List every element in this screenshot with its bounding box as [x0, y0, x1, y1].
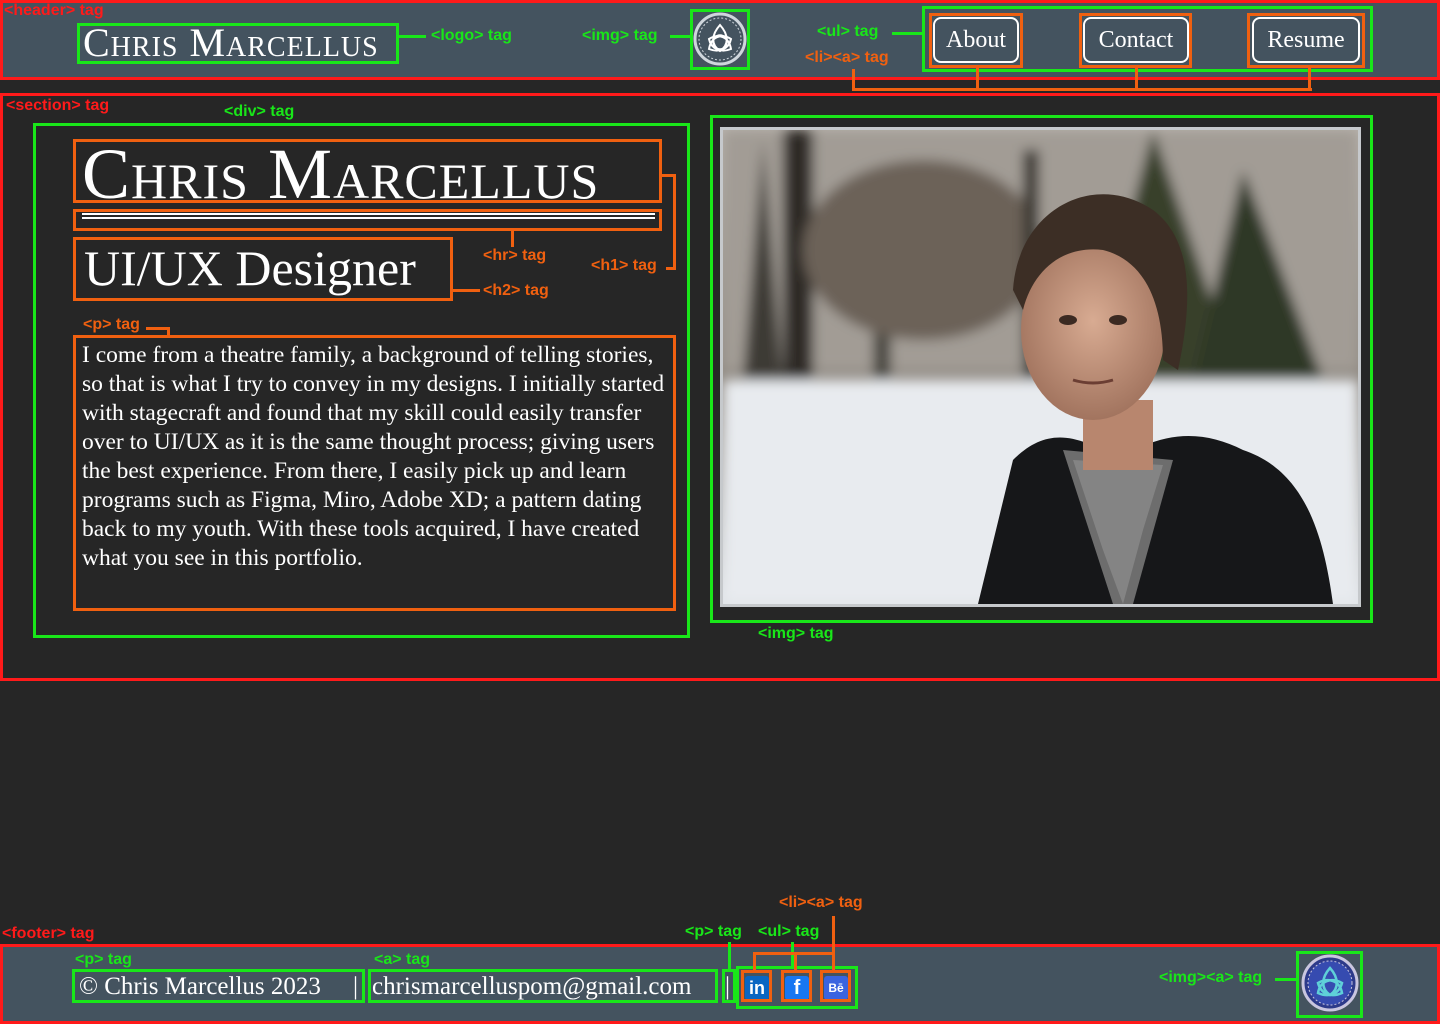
footer-p2-annotation-leader: [728, 942, 731, 969]
footer-ul-annotation-label: <ul> tag: [758, 923, 820, 940]
h2-annotation-leader: [453, 289, 480, 292]
logo-annotation-leader: [399, 35, 426, 38]
header-annotation-label: <header> tag: [4, 2, 104, 19]
li-about-annotation-box: [929, 13, 1023, 68]
h1-annotation-leader-end: [666, 267, 676, 270]
header-img-annotation-leader: [670, 35, 690, 38]
logo-annotation-label: <logo> tag: [431, 27, 512, 44]
logo-annotation-box: [77, 23, 399, 64]
li-contact-annotation-box: [1079, 13, 1192, 68]
section-annotation-label: <section> tag: [6, 97, 110, 114]
h1-annotation-leader-v: [673, 174, 676, 270]
footer-p2-annotation-box: [722, 969, 736, 1003]
ul-annotation-leader: [892, 32, 922, 35]
footer-p-annotation-label: <p> tag: [75, 951, 132, 968]
footer-li-leader-2: [794, 952, 797, 970]
li-a-leader-about: [976, 68, 979, 90]
h2-annotation-label: <h2> tag: [483, 282, 549, 299]
h1-annotation-label: <h1> tag: [591, 257, 657, 274]
h2-annotation-box: [73, 237, 453, 301]
li-resume-annotation-box: [1247, 13, 1365, 68]
li-a-leader-resume: [1308, 68, 1311, 90]
hr-annotation-box: [73, 209, 662, 231]
li-a-annotation-label: <li><a> tag: [805, 49, 889, 66]
header-img-annotation-label: <img> tag: [582, 27, 658, 44]
img-annotation-box: [710, 115, 1373, 623]
img-annotation-label: <img> tag: [758, 625, 834, 642]
li-a-leader-horizontal: [852, 88, 1312, 91]
footer-p-annotation-box: [72, 969, 365, 1003]
ul-annotation-label: <ul> tag: [817, 23, 879, 40]
p-annotation-leader-v: [167, 327, 170, 336]
footer-img-a-annotation-leader: [1275, 978, 1296, 981]
header-img-annotation-box: [690, 9, 750, 70]
h1-annotation-box: [73, 139, 662, 203]
div-annotation-label: <div> tag: [224, 103, 295, 120]
footer-a-annotation-label: <a> tag: [374, 951, 431, 968]
footer-img-a-annotation-box: [1296, 951, 1363, 1018]
footer-p2-annotation-label: <p> tag: [685, 923, 742, 940]
footer-a-annotation-box: [368, 969, 718, 1003]
footer-li-a-annotation-label: <li><a> tag: [779, 894, 863, 911]
li-a-leader-contact: [1135, 68, 1138, 90]
footer-li-leader-3: [832, 916, 835, 970]
footer-annotation-label: <footer> tag: [2, 925, 95, 942]
footer-li-facebook-annotation-box: [781, 970, 812, 1002]
footer-img-a-annotation-label: <img><a> tag: [1159, 969, 1263, 986]
footer-li-leader-1: [753, 952, 756, 970]
hr-annotation-leader: [511, 231, 514, 247]
footer-li-linkedin-annotation-box: [741, 970, 772, 1002]
footer-li-behance-annotation-box: [820, 970, 851, 1002]
p-annotation-box: [73, 335, 676, 611]
p-annotation-label: <p> tag: [83, 316, 140, 333]
hr-annotation-label: <hr> tag: [483, 247, 547, 264]
